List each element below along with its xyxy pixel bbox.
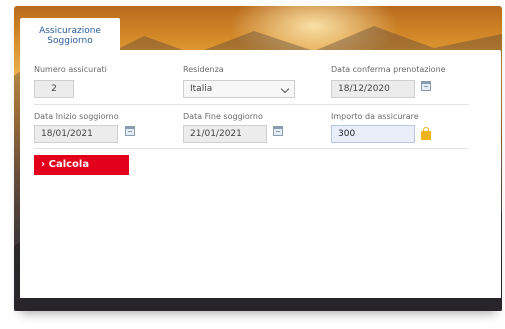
- tab-title-line2: Soggiorno: [47, 36, 93, 46]
- calendar-icon[interactable]: [421, 81, 431, 91]
- arrow-icon: ›: [41, 159, 46, 170]
- importo-label: Importo da assicurare: [331, 112, 419, 121]
- numero-assicurati-field[interactable]: 2: [34, 80, 74, 98]
- tab-label: Assicurazione Soggiorno: [20, 26, 120, 46]
- calcola-button[interactable]: › Calcola: [34, 155, 129, 175]
- row-separator: [34, 104, 469, 105]
- calendar-icon[interactable]: [125, 126, 135, 136]
- calcola-label: Calcola: [48, 159, 90, 170]
- lock-icon: [421, 127, 431, 140]
- tab-assicurazione-soggiorno[interactable]: Assicurazione Soggiorno: [20, 18, 120, 51]
- row-separator: [34, 148, 469, 149]
- data-inizio-label: Data Inizio soggiorno: [34, 112, 119, 121]
- tab-title-line1: Assicurazione: [39, 26, 101, 36]
- chevron-down-icon: [280, 84, 290, 94]
- data-inizio-field[interactable]: 18/01/2021: [34, 125, 118, 143]
- numero-assicurati-label: Numero assicurati: [34, 65, 107, 74]
- data-conferma-label: Data conferma prenotazione: [331, 65, 446, 74]
- importo-field[interactable]: 300: [331, 125, 415, 143]
- data-fine-label: Data Fine soggiorno: [183, 112, 263, 121]
- data-fine-field[interactable]: 21/01/2021: [183, 125, 267, 143]
- residenza-label: Residenza: [183, 65, 224, 74]
- data-conferma-field[interactable]: 18/12/2020: [331, 80, 415, 98]
- residenza-select[interactable]: Italia: [183, 80, 295, 98]
- residenza-value: Italia: [190, 84, 213, 94]
- calendar-icon[interactable]: [273, 126, 283, 136]
